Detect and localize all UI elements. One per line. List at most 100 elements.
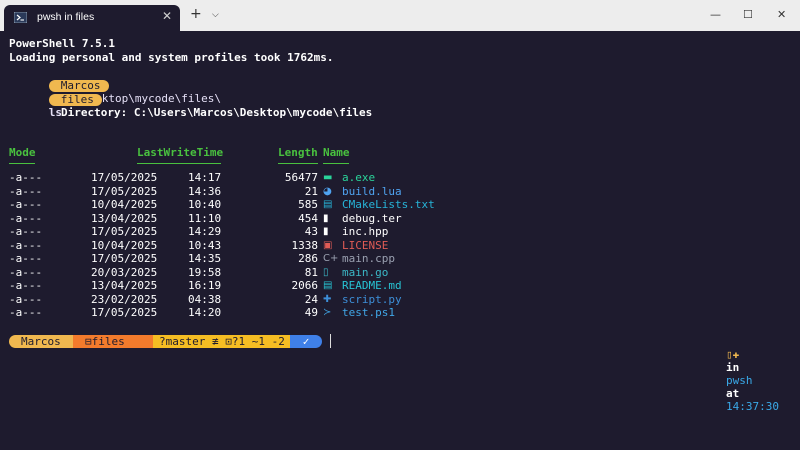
file-mode: -a--- xyxy=(9,252,43,265)
cpp-icon: C+ xyxy=(323,253,339,264)
file-time: 14:36 xyxy=(188,184,222,198)
file-mode: -a--- xyxy=(9,292,43,306)
file-length: 24 xyxy=(304,292,318,306)
title-bar: pwsh in files ✕ + ⌵ — ☐ ✕ xyxy=(0,0,800,31)
close-button[interactable]: ✕ xyxy=(777,8,786,21)
file-name: a.exe xyxy=(342,171,376,184)
prompt-path-label: files xyxy=(91,335,125,348)
col-lastwrite-underline xyxy=(137,163,221,164)
file-row: -a--- 17/05/2025 14:17 56477 ▬ a.exe xyxy=(9,171,509,184)
file-mode: -a--- xyxy=(9,225,43,238)
folder-icon: ⊟ xyxy=(85,335,92,348)
col-name-underline xyxy=(323,163,349,164)
profile-load-line: Loading personal and system profiles too… xyxy=(9,51,334,64)
file-name: main.cpp xyxy=(342,252,395,265)
file-length: 56477 xyxy=(284,171,318,184)
shell-name: pwsh xyxy=(726,374,753,387)
file-time: 14:17 xyxy=(188,171,222,184)
text-file-icon: ▤ xyxy=(323,199,333,210)
file-time: 14:29 xyxy=(188,225,222,238)
file-time: 10:43 xyxy=(188,238,222,252)
file-time: 19:58 xyxy=(188,265,222,279)
powershell-icon: ≻ xyxy=(323,307,332,318)
status-ok-icon: ✓ xyxy=(290,335,322,348)
right-prompt: ▯✚ in pwsh at 14:37:30 xyxy=(700,335,779,426)
file-name: CMakeLists.txt xyxy=(342,198,435,211)
file-length: 286 xyxy=(298,252,318,265)
prompt-segment-user: Marcos xyxy=(9,335,73,348)
file-time: 11:10 xyxy=(188,211,222,225)
file-row: -a--- 17/05/2025 14:20 49 ≻ test.ps1 xyxy=(9,306,509,319)
header-line: PowerShell 7.5.1 xyxy=(9,37,115,50)
file-mode: -a--- xyxy=(9,265,43,279)
file-row: -a--- 23/02/2025 04:38 24 ✚ script.py xyxy=(9,293,509,306)
markdown-icon: ▤ xyxy=(323,280,333,291)
file-time: 14:20 xyxy=(188,306,222,319)
lua-icon: ◕ xyxy=(323,185,332,197)
file-row: -a--- 20/03/2025 19:58 81 ▯ main.go xyxy=(9,266,509,279)
right-in: in xyxy=(726,361,740,374)
col-mode-underline xyxy=(9,163,35,164)
file-date: 17/05/2025 xyxy=(91,171,158,184)
file-row: -a--- 17/05/2025 14:36 21 ◕ build.lua xyxy=(9,185,509,198)
file-icon: ▮ xyxy=(323,212,329,224)
license-icon: ▣ xyxy=(323,239,333,251)
tab-close-icon[interactable]: ✕ xyxy=(162,9,172,23)
file-time: 16:19 xyxy=(188,279,222,292)
command-ls: ls xyxy=(48,106,62,120)
file-row: -a--- 17/05/2025 14:29 43 ▮ inc.hpp xyxy=(9,225,509,238)
file-date: 23/02/2025 xyxy=(91,292,158,306)
file-time: 10:40 xyxy=(188,198,222,211)
file-length: 2066 xyxy=(291,279,319,292)
powershell-icon xyxy=(14,12,27,23)
file-name: debug.ter xyxy=(342,211,402,225)
file-mode: -a--- xyxy=(9,279,43,292)
file-name: LICENSE xyxy=(342,238,389,252)
prompt-segment-path: ⊟files xyxy=(73,335,153,348)
minimize-button[interactable]: — xyxy=(710,8,721,21)
new-tab-button[interactable]: + xyxy=(190,6,202,22)
file-date: 13/04/2025 xyxy=(91,279,158,292)
file-name: inc.hpp xyxy=(342,225,389,238)
file-length: 21 xyxy=(304,184,318,198)
file-length: 1338 xyxy=(291,238,319,252)
clock-time: 14:37:30 xyxy=(726,400,779,413)
file-mode: -a--- xyxy=(9,306,43,319)
col-mode-header: Mode xyxy=(9,146,36,159)
file-icon: ▮ xyxy=(323,226,329,237)
col-lastwrite-header: LastWriteTime xyxy=(137,146,224,159)
file-date: 10/04/2025 xyxy=(91,198,158,211)
file-mode: -a--- xyxy=(9,211,43,225)
executable-icon: ▬ xyxy=(323,172,333,183)
chevron-down-icon[interactable]: ⌵ xyxy=(212,10,219,20)
file-name: main.go xyxy=(342,265,389,279)
file-mode: -a--- xyxy=(9,171,43,184)
file-date: 17/05/2025 xyxy=(91,225,158,238)
file-date: 10/04/2025 xyxy=(91,238,158,252)
right-at: at xyxy=(726,387,740,400)
tab-title: pwsh in files xyxy=(37,11,95,23)
text-cursor xyxy=(330,334,331,348)
prompt-segment-git: ?master ≢ ⊡?1 ~1 -2 xyxy=(153,335,290,348)
maximize-button[interactable]: ☐ xyxy=(743,8,753,21)
file-date: 17/05/2025 xyxy=(91,306,158,319)
file-date: 13/04/2025 xyxy=(91,211,158,225)
file-row: -a--- 13/04/2025 16:19 2066 ▤ README.md xyxy=(9,279,509,292)
tab-pwsh[interactable]: pwsh in files ✕ xyxy=(4,5,180,31)
runtime-icons: ▯✚ xyxy=(726,348,740,361)
file-length: 81 xyxy=(304,265,318,279)
file-date: 20/03/2025 xyxy=(91,265,158,279)
col-name-header: Name xyxy=(323,146,350,159)
go-icon: ▯ xyxy=(323,266,329,278)
file-name: build.lua xyxy=(342,184,402,198)
file-row: -a--- 10/04/2025 10:40 585 ▤ CMakeLists.txt xyxy=(9,198,509,211)
file-length: 49 xyxy=(304,306,318,319)
file-row: -a--- 13/04/2025 11:10 454 ▮ debug.ter xyxy=(9,212,509,225)
file-row: -a--- 10/04/2025 10:43 1338 ▣ LICENSE xyxy=(9,239,509,252)
python-icon: ✚ xyxy=(323,293,332,305)
file-row: -a--- 17/05/2025 14:35 286 C+ main.cpp xyxy=(9,252,509,265)
file-time: 14:35 xyxy=(188,252,222,265)
file-time: 04:38 xyxy=(188,292,222,306)
file-length: 43 xyxy=(304,225,318,238)
file-mode: -a--- xyxy=(9,238,43,252)
